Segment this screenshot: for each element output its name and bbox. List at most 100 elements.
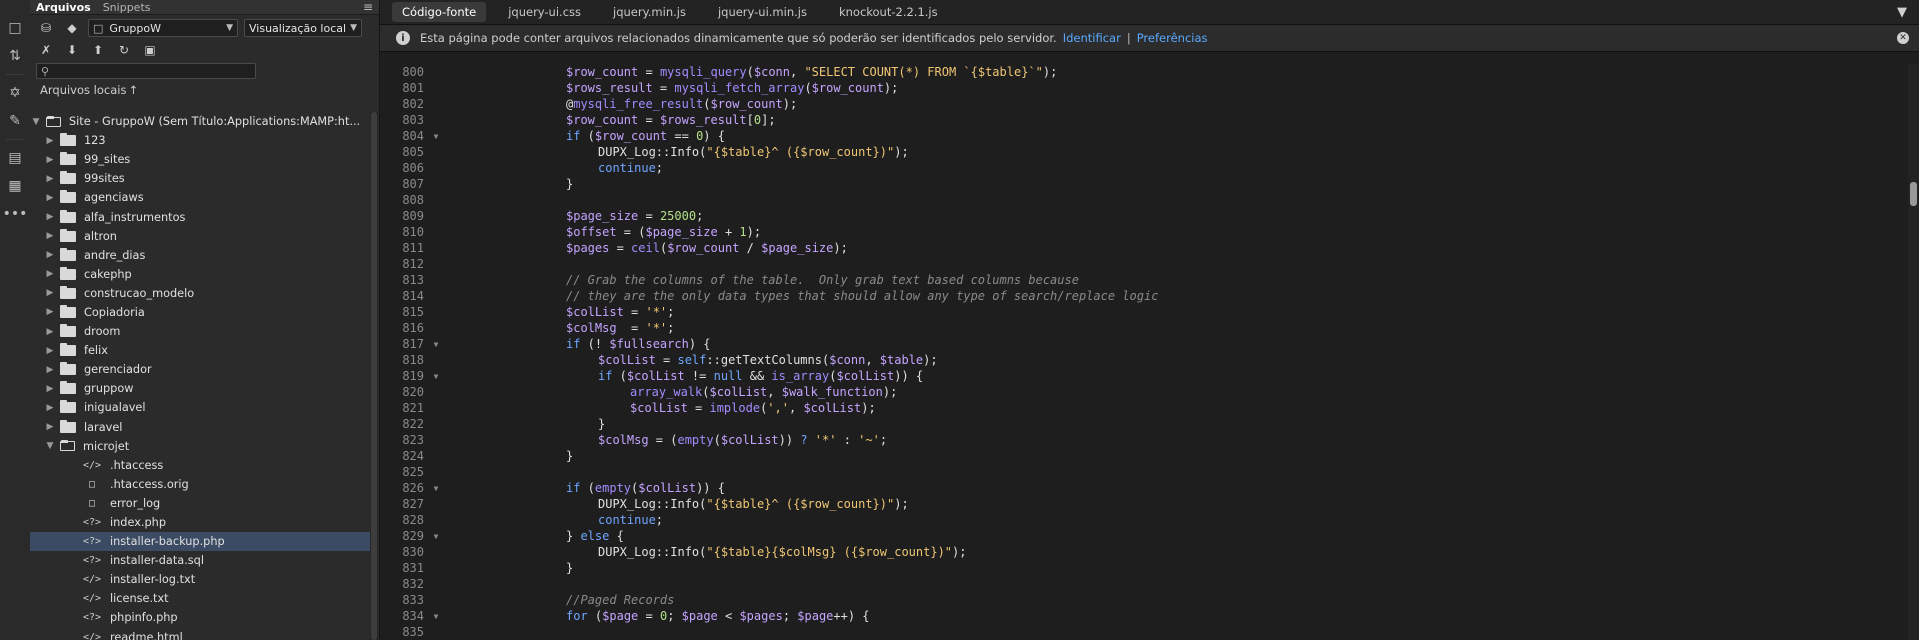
identify-link[interactable]: Identificar: [1063, 31, 1121, 45]
file-row[interactable]: <?> installer-backup.php: [30, 532, 370, 552]
folder-row[interactable]: ▶ felix: [30, 341, 370, 360]
more-icon[interactable]: •••: [0, 200, 30, 228]
folder-row[interactable]: ▶ andre_dias: [30, 246, 370, 265]
chevron-right-icon[interactable]: ▶: [44, 174, 56, 184]
editor-tab[interactable]: jquery.min.js: [603, 2, 696, 22]
folder-row[interactable]: ▶ inigualavel: [30, 398, 370, 417]
preferences-link[interactable]: Preferências: [1137, 31, 1208, 45]
fold-arrow-icon[interactable]: ▼: [430, 372, 442, 381]
file-row[interactable]: □ .htaccess.orig: [30, 475, 370, 494]
chevron-right-icon[interactable]: ▶: [44, 193, 56, 203]
folder-row[interactable]: ▶ gruppow: [30, 379, 370, 398]
local-files-header[interactable]: Arquivos locais ↑: [30, 81, 379, 98]
code-token: ceil: [631, 241, 660, 255]
chevron-down-icon[interactable]: ▼: [44, 441, 56, 451]
code-snippet-icon[interactable]: ▦: [0, 172, 30, 200]
folder-row[interactable]: ▶ 99_sites: [30, 150, 370, 169]
fold-arrow-icon[interactable]: ▼: [430, 340, 442, 349]
new-document-icon[interactable]: □: [0, 14, 30, 42]
folder-row[interactable]: ▶ droom: [30, 322, 370, 341]
code-token: mysqli_query: [659, 65, 747, 79]
filter-icon[interactable]: ▼: [1897, 5, 1907, 20]
chevron-right-icon[interactable]: ▶: [44, 422, 56, 432]
put-files-icon[interactable]: ⬆: [88, 41, 108, 59]
search-input[interactable]: ⚲: [36, 63, 256, 79]
editor-tab[interactable]: knockout-2.2.1.js: [829, 2, 948, 22]
chevron-down-icon: ▼: [350, 23, 357, 33]
code-token: }: [598, 417, 606, 431]
view-select[interactable]: Visualização local ▼: [244, 19, 362, 37]
chevron-right-icon[interactable]: ▶: [44, 136, 56, 146]
comment-icon[interactable]: ▤: [0, 144, 30, 172]
folder-row[interactable]: ▶ Copiadoria: [30, 303, 370, 322]
chevron-right-icon[interactable]: ▶: [44, 365, 56, 375]
file-row[interactable]: </> .htaccess: [30, 456, 370, 475]
fold-arrow-icon[interactable]: ▼: [430, 532, 442, 541]
line-number: 833: [402, 593, 424, 607]
site-root-row[interactable]: ▼ Site - GruppoW (Sem Título:Application…: [30, 112, 370, 131]
get-files-icon[interactable]: ⬇: [62, 41, 82, 59]
chevron-right-icon[interactable]: ▶: [44, 307, 56, 317]
chevron-right-icon[interactable]: ▶: [44, 346, 56, 356]
folder-row[interactable]: ▶ laravel: [30, 418, 370, 437]
chevron-right-icon[interactable]: ▶: [44, 155, 56, 165]
files-scroll-thumb[interactable]: [371, 112, 377, 640]
chevron-right-icon[interactable]: ▶: [44, 231, 56, 241]
panel-menu-icon[interactable]: ≡: [363, 0, 379, 14]
chevron-down-icon[interactable]: ▼: [30, 117, 42, 127]
chevron-right-icon[interactable]: ▶: [44, 212, 56, 222]
sync-icon[interactable]: ◆: [62, 19, 82, 37]
folder-row[interactable]: ▶ cakephp: [30, 265, 370, 284]
chevron-right-icon[interactable]: ▶: [44, 269, 56, 279]
site-select[interactable]: □ GruppoW ▼: [88, 19, 238, 37]
editor-tab[interactable]: Código-fonte: [392, 2, 487, 22]
sort-icon[interactable]: ⇅: [0, 42, 30, 70]
file-row[interactable]: □ error_log: [30, 494, 370, 513]
chevron-right-icon[interactable]: ▶: [44, 327, 56, 337]
chevron-right-icon[interactable]: ▶: [44, 288, 56, 298]
folder-row[interactable]: ▶ 99sites: [30, 169, 370, 188]
inspect-icon[interactable]: ✡: [0, 79, 30, 107]
code-text: $rows_result = mysqli_fetch_array($row_c…: [442, 81, 898, 95]
code-area[interactable]: 800 $row_count = mysqli_query($conn, "SEL…: [380, 64, 1900, 640]
fold-arrow-icon[interactable]: ▼: [430, 132, 442, 141]
tab-snippets[interactable]: Snippets: [97, 1, 157, 14]
folder-row[interactable]: ▶ altron: [30, 227, 370, 246]
fold-arrow-icon[interactable]: ▼: [430, 612, 442, 621]
connect-icon[interactable]: ⛁: [36, 19, 56, 37]
folder-row[interactable]: ▶ agenciaws: [30, 188, 370, 207]
file-row[interactable]: <?> installer-data.sql: [30, 551, 370, 570]
editor-scrollbar[interactable]: [1908, 64, 1919, 640]
files-scrollbar[interactable]: [370, 112, 378, 640]
file-row[interactable]: <?> phpinfo.php: [30, 608, 370, 627]
folder-row[interactable]: ▶ 123: [30, 131, 370, 150]
folder-label: Copiadoria: [84, 305, 145, 319]
expand-icon[interactable]: ▣: [140, 41, 160, 59]
close-icon[interactable]: ✕: [1897, 32, 1909, 44]
folder-row[interactable]: ▶ construcao_modelo: [30, 284, 370, 303]
file-row[interactable]: </> license.txt: [30, 589, 370, 608]
folder-row[interactable]: ▶ gerenciador: [30, 360, 370, 379]
tab-arquivos[interactable]: Arquivos: [30, 1, 97, 14]
disconnect-icon[interactable]: ✗: [36, 41, 56, 59]
code-token: $page_size: [566, 209, 639, 223]
chevron-right-icon[interactable]: ▶: [44, 403, 56, 413]
brush-icon[interactable]: ✎: [0, 107, 30, 135]
chevron-right-icon[interactable]: ▶: [44, 384, 56, 394]
editor-tab[interactable]: jquery-ui.css: [498, 2, 591, 22]
code-token: $fullsearch: [609, 337, 689, 351]
code-token: );: [952, 545, 967, 559]
editor-scroll-thumb[interactable]: [1910, 182, 1917, 206]
chevron-right-icon[interactable]: ▶: [44, 250, 56, 260]
editor-tab[interactable]: jquery-ui.min.js: [708, 2, 817, 22]
file-row[interactable]: <?> index.php: [30, 513, 370, 532]
code-text: } else {: [442, 529, 624, 543]
refresh-icon[interactable]: ↻: [114, 41, 134, 59]
line-number: 826: [402, 481, 424, 495]
folder-open-icon: [60, 440, 75, 452]
fold-arrow-icon[interactable]: ▼: [430, 484, 442, 493]
file-row[interactable]: </> readme.html: [30, 628, 370, 640]
folder-row-open[interactable]: ▼ microjet: [30, 437, 370, 456]
folder-row[interactable]: ▶ alfa_instrumentos: [30, 207, 370, 226]
file-row[interactable]: </> installer-log.txt: [30, 570, 370, 589]
